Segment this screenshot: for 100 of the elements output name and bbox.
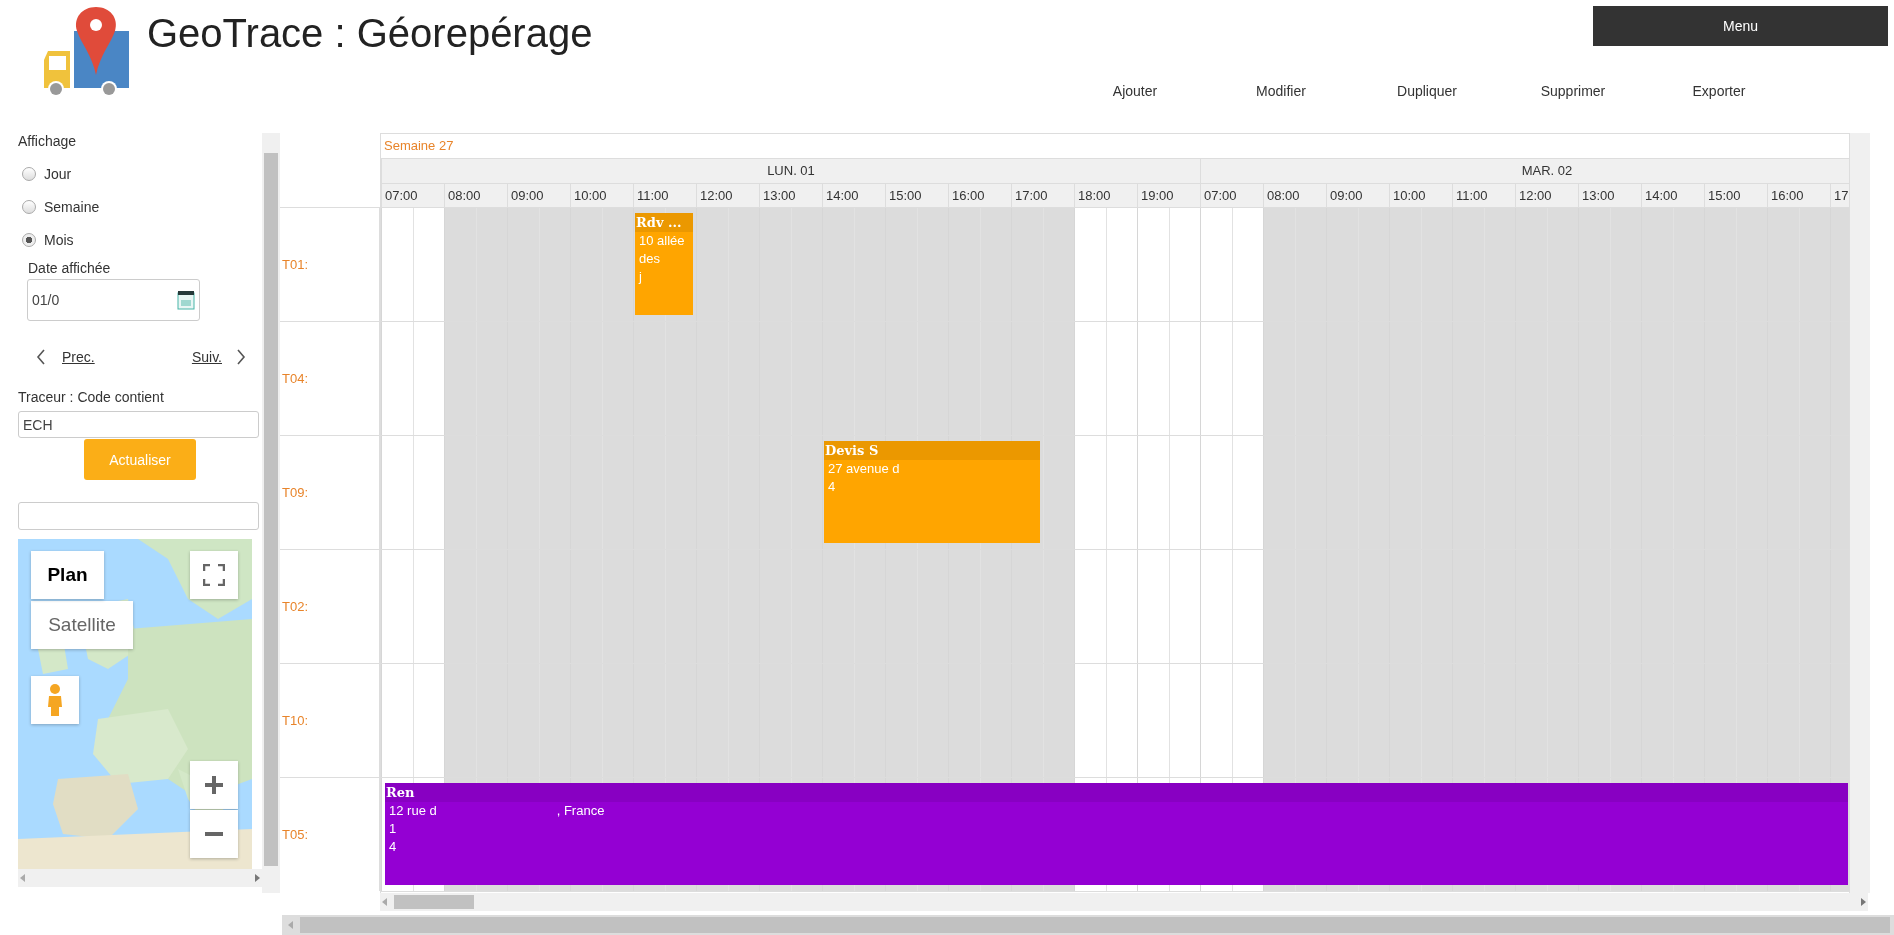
calendar-cell[interactable]	[948, 208, 1011, 321]
hour-header: 08:00	[444, 184, 507, 208]
scroll-right-icon[interactable]	[1858, 897, 1868, 907]
date-field[interactable]: 01/0	[27, 279, 200, 321]
field-label: Traceur : Code contient	[18, 389, 164, 405]
calendar-cell[interactable]	[507, 208, 570, 321]
calendar-cell[interactable]	[1704, 208, 1767, 321]
action-link[interactable]: Ajouter	[1062, 81, 1208, 101]
hour-header: 13:00	[1578, 184, 1641, 208]
calendar-cell[interactable]	[1578, 208, 1641, 321]
chevron-left-icon[interactable]	[36, 349, 46, 365]
action-link[interactable]: Dupliquer	[1354, 81, 1500, 101]
search-field[interactable]	[18, 502, 259, 530]
scrollbar[interactable]	[18, 869, 262, 887]
calendar-cell[interactable]	[1641, 208, 1704, 321]
scroll-right-icon[interactable]	[252, 873, 262, 883]
radio-button[interactable]	[22, 199, 36, 214]
pegman-button[interactable]	[31, 676, 79, 724]
calendar-icon[interactable]	[177, 290, 195, 310]
tracker-label: T09:	[282, 485, 308, 500]
app-title: GeoTrace : Géorepérage	[147, 10, 593, 57]
scrollbar[interactable]	[1850, 133, 1870, 893]
chevron-right-icon[interactable]	[236, 349, 246, 365]
calendar-cell[interactable]	[1452, 208, 1515, 321]
appointment-text: des	[639, 251, 660, 266]
tracker-label: T01:	[282, 257, 308, 272]
day-header: MAR. 02	[1521, 163, 1573, 178]
appointment-text: 4	[389, 839, 397, 854]
hour-header: 12:00	[696, 184, 759, 208]
hour-header: 16:00	[1767, 184, 1830, 208]
appointment-text: 1	[389, 821, 397, 836]
prev-link[interactable]: Prec.	[62, 349, 95, 365]
appointment-title: Rdv ...	[636, 215, 682, 230]
hour-header: 19:00	[1137, 184, 1200, 208]
next-link[interactable]: Suiv.	[191, 349, 222, 365]
calendar-cell[interactable]	[1389, 208, 1452, 321]
fullscreen-button[interactable]	[190, 551, 238, 599]
hour-header: 13:00	[759, 184, 822, 208]
action-link[interactable]: Exporter	[1646, 81, 1792, 101]
hour-header: 07:00	[1200, 184, 1263, 208]
hour-header: 10:00	[570, 184, 633, 208]
hour-header: 08:00	[1263, 184, 1326, 208]
hour-header: 15:00	[1704, 184, 1767, 208]
calendar-cell[interactable]	[696, 208, 759, 321]
radio-label: Mois	[44, 231, 74, 248]
radio-label: Semaine	[44, 198, 100, 215]
menu-button[interactable]: Menu	[1593, 6, 1888, 46]
scrollbar[interactable]	[282, 915, 1894, 935]
day-header: LUN. 01	[767, 163, 815, 178]
scrollbar-thumb[interactable]	[300, 917, 1890, 933]
map-type-button[interactable]: Satellite	[31, 601, 133, 649]
hour-header: 17:00	[1011, 184, 1074, 208]
calendar-cell[interactable]	[1011, 208, 1074, 321]
section-label: Affichage	[18, 133, 77, 149]
scrollbar[interactable]	[262, 133, 280, 893]
tracker-label: T02:	[282, 599, 308, 614]
hour-header: 14:00	[822, 184, 885, 208]
hour-header: 18:00	[1074, 184, 1137, 208]
calendar-cell[interactable]	[822, 208, 885, 321]
map-type-button[interactable]: Plan	[31, 551, 104, 599]
tracker-label: T05:	[282, 827, 308, 842]
appointment-text: 12 rue d	[389, 803, 437, 818]
scrollbar-thumb[interactable]	[264, 153, 278, 866]
date-value: 01/0	[32, 292, 60, 308]
scrollbar[interactable]	[380, 893, 1868, 911]
scroll-left-icon[interactable]	[18, 873, 28, 883]
calendar-cell[interactable]	[570, 208, 633, 321]
zoom-out-button[interactable]	[190, 810, 238, 858]
calendar-cell[interactable]	[1515, 208, 1578, 321]
scrollbar-thumb[interactable]	[394, 895, 474, 909]
hour-header: 11:00	[1452, 184, 1515, 208]
calendar-cell[interactable]	[1767, 208, 1830, 321]
hour-header: 17	[1830, 184, 1849, 208]
zoom-in-button[interactable]	[190, 761, 238, 809]
hour-header: 14:00	[1641, 184, 1704, 208]
appointment-title: Ren	[386, 785, 415, 800]
plus-icon	[204, 775, 224, 795]
scroll-left-icon[interactable]	[380, 897, 390, 907]
appointment-text: j	[639, 269, 642, 284]
radio-button[interactable]	[22, 232, 36, 247]
action-link[interactable]: Supprimer	[1500, 81, 1646, 101]
calendar-cell[interactable]	[885, 208, 948, 321]
calendar-cell[interactable]	[759, 208, 822, 321]
hour-header: 16:00	[948, 184, 1011, 208]
hour-header: 10:00	[1389, 184, 1452, 208]
radio-label: Jour	[44, 165, 72, 182]
action-link[interactable]: Modifier	[1208, 81, 1354, 101]
appointment-text: 4	[828, 479, 836, 494]
tracker-label: T10:	[282, 713, 308, 728]
calendar-cell[interactable]	[1263, 208, 1326, 321]
calendar-cell[interactable]	[444, 208, 507, 321]
calendar-cell[interactable]	[1326, 208, 1389, 321]
appointment-text: , France	[556, 803, 605, 818]
field-label: Date affichée	[28, 260, 111, 276]
hour-header: 09:00	[1326, 184, 1389, 208]
code-filter-field[interactable]: ECH	[18, 411, 259, 438]
radio-button[interactable]	[22, 166, 36, 181]
scroll-left-icon[interactable]	[286, 920, 296, 930]
tracker-label: T04:	[282, 371, 308, 386]
minus-icon	[204, 831, 224, 837]
